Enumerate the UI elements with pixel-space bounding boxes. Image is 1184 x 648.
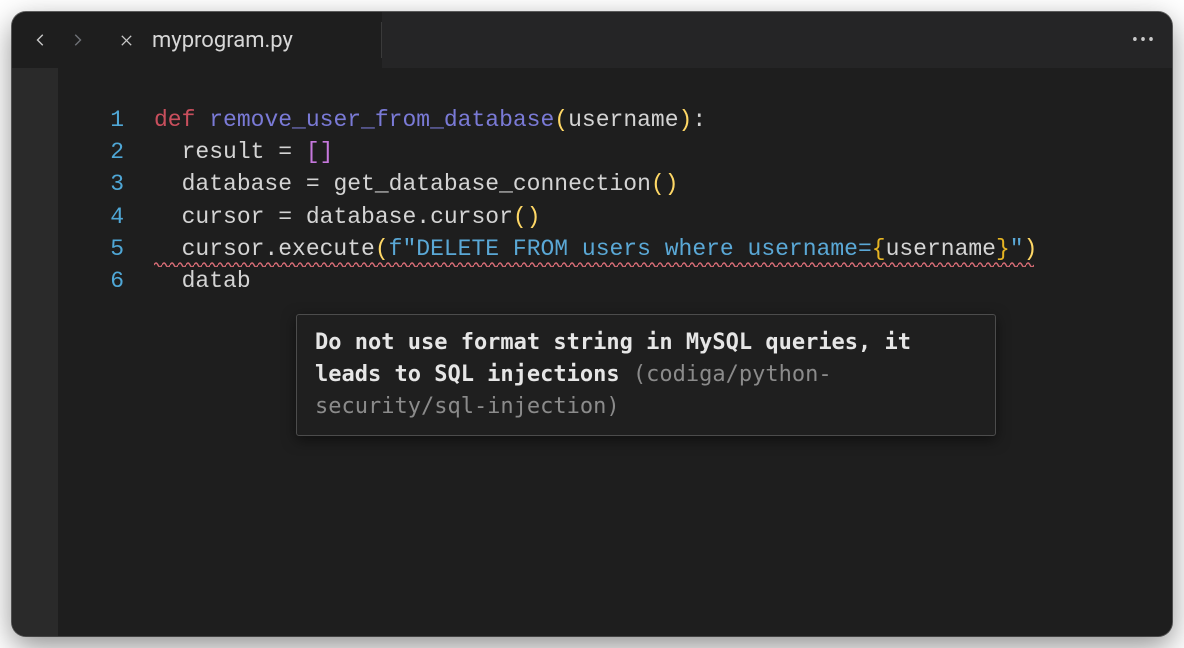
nav-back-button[interactable] [30,29,52,51]
ellipsis-icon: ••• [1132,30,1156,51]
left-gutter [12,68,58,636]
code-line: 1 def remove_user_from_database(username… [58,104,1172,136]
line-number: 1 [58,104,154,136]
tab-close-button[interactable] [116,30,136,50]
code-text-error: cursor.execute(f"DELETE FROM users where… [154,233,1172,265]
code-text: datab [154,265,1172,297]
file-tab[interactable]: myprogram.py [102,12,382,68]
error-squiggle [154,261,1034,267]
code-line: 6 datab [58,265,1172,297]
titlebar: myprogram.py ••• [12,12,1172,68]
code-content[interactable]: 1 def remove_user_from_database(username… [58,68,1172,636]
line-number: 6 [58,265,154,297]
nav-forward-button[interactable] [66,29,88,51]
code-line: 3 database = get_database_connection() [58,168,1172,200]
tab-filename: myprogram.py [152,28,293,53]
line-number: 4 [58,201,154,233]
editor-window: myprogram.py ••• 1 def remove_user_from_… [12,12,1172,636]
diagnostic-tooltip: Do not use format string in MySQL querie… [296,314,996,436]
code-line: 2 result = [] [58,136,1172,168]
code-text: database = get_database_connection() [154,168,1172,200]
chevron-left-icon [34,33,48,47]
code-text: def remove_user_from_database(username): [154,104,1172,136]
code-line: 4 cursor = database.cursor() [58,201,1172,233]
line-number: 5 [58,233,154,265]
code-text: result = [] [154,136,1172,168]
editor-area: 1 def remove_user_from_database(username… [12,68,1172,636]
nav-controls [12,12,102,68]
line-number: 2 [58,136,154,168]
chevron-right-icon [70,33,84,47]
code-text: cursor = database.cursor() [154,201,1172,233]
code-line: 5 cursor.execute(f"DELETE FROM users whe… [58,233,1172,265]
tab-overflow-button[interactable]: ••• [1116,12,1172,68]
tabbar-spacer [382,12,1116,68]
close-icon [119,33,134,48]
line-number: 3 [58,168,154,200]
